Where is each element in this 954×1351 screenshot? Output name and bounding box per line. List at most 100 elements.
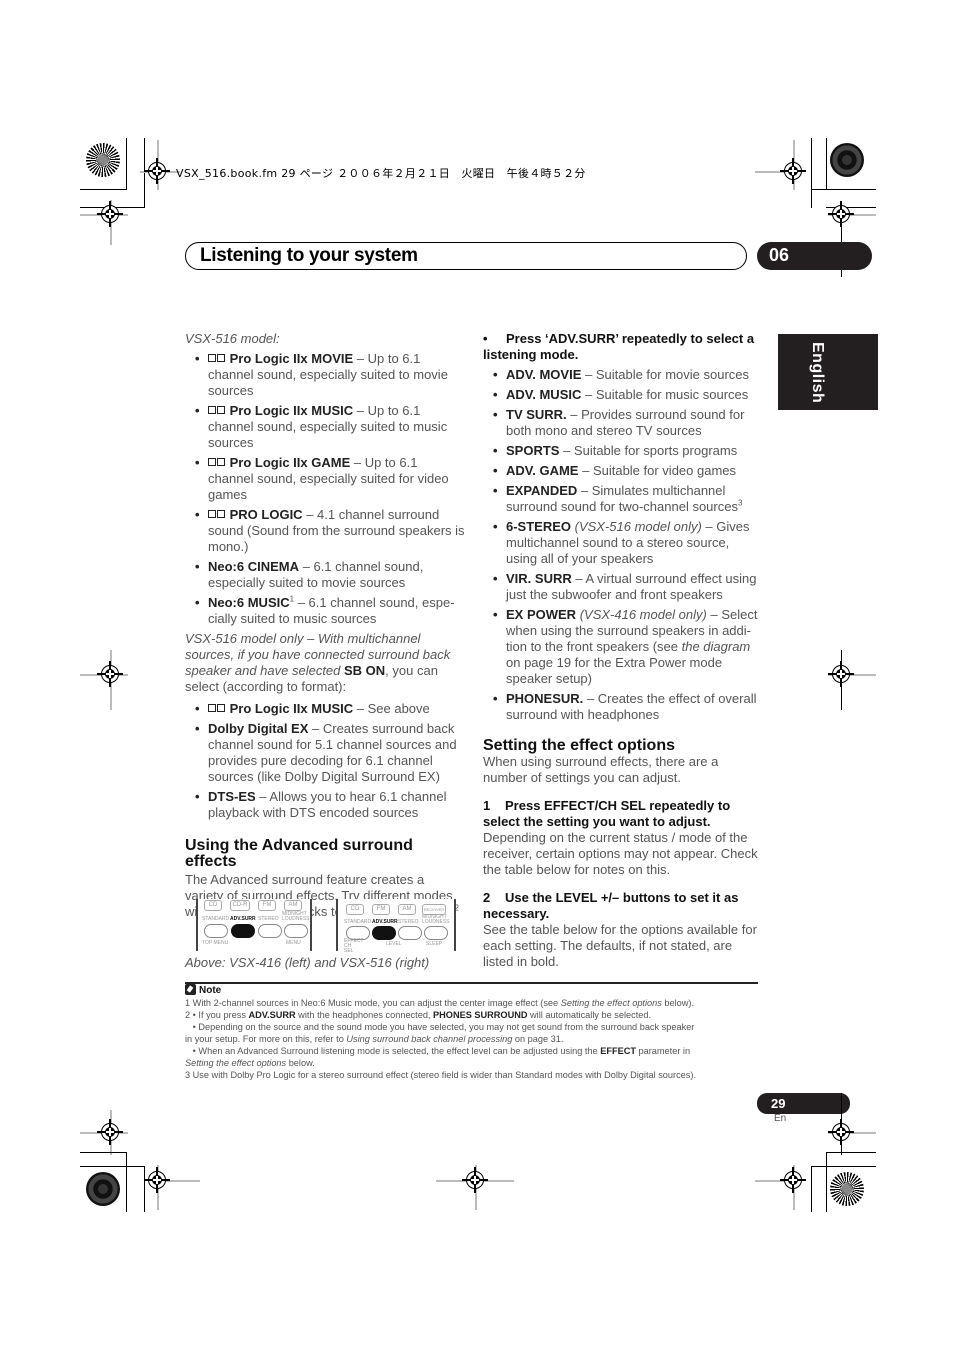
- mode-name: Pro Logic IIx MUSIC: [229, 701, 354, 716]
- remote-label-adv-surr: ADV.SURR: [230, 916, 256, 922]
- crop-line: [811, 1166, 876, 1167]
- remote-button-adv-surr: [231, 924, 255, 938]
- note-2a: 2 • If you press ADV.SURR with the headp…: [185, 1010, 652, 1020]
- mode-name: Dolby Digital EX: [208, 721, 309, 736]
- mode-description-tail: on page 19 for the Extra Power mode spea…: [506, 655, 723, 686]
- registration-mark-icon: [97, 661, 123, 687]
- chapter-badge: 06: [757, 242, 872, 270]
- mode-item: Dolby Digital EX – Creates surround back…: [185, 721, 465, 785]
- remote-button-cdr: CD-R: [230, 900, 250, 911]
- note-2b: • Depending on the source and the sound …: [185, 1022, 695, 1032]
- dolby-logo-icon: [208, 507, 230, 522]
- remote-label-sleep: SLEEP: [426, 941, 443, 947]
- step-body: See the table below for the options avai…: [483, 922, 757, 969]
- remote-label-standard: STANDARD: [344, 919, 372, 925]
- remote-button-am: AM: [398, 904, 416, 915]
- remote-label-top-menu: TOP MENU: [202, 940, 229, 946]
- remote-label-adv-surr: ADV.SURR: [372, 919, 398, 925]
- steps: 1 Press EFFECT/CH SEL repeatedly to selec…: [483, 798, 761, 970]
- dolby-logo-icon: [208, 403, 230, 418]
- mode-item: Neo:6 CINEMA – 6.1 channel sound, especi…: [185, 559, 465, 591]
- page-title: Listening to your system: [200, 245, 418, 266]
- adv-mode-list: ADV. MOVIE – Suitable for movie sourcesA…: [483, 367, 761, 723]
- model-qualifier: (VSX-416 model only): [576, 607, 707, 622]
- mode-name: Pro Logic IIx GAME: [229, 455, 351, 470]
- mode-item: SPORTS – Suitable for sports programs: [483, 443, 761, 459]
- registration-mark-icon: [144, 158, 170, 184]
- model-label: VSX-516 model:: [185, 331, 280, 346]
- registration-mark-icon: [828, 1119, 854, 1145]
- color-target-icon: [830, 143, 864, 177]
- note-3: 3 Use with Dolby Pro Logic for a stereo …: [185, 1070, 696, 1080]
- section-title-bar: Listening to your system: [185, 242, 747, 270]
- footnote-ref: 3: [737, 498, 743, 508]
- mode-description: – See above: [353, 701, 430, 716]
- mode-item: DTS-ES – Allows you to hear 6.1 channel …: [185, 789, 465, 821]
- mode-item: PRO LOGIC – 4.1 channel surround sound (…: [185, 507, 465, 555]
- remote-button-cd: CD: [204, 900, 222, 911]
- chapter-number: 06: [769, 245, 790, 265]
- registration-mark-icon: [828, 661, 854, 687]
- step-number: 2: [483, 890, 491, 905]
- mode-item: Pro Logic IIx MUSIC – See above: [185, 701, 465, 717]
- instruction: • Press ‘ADV.SURR’ repeatedly to select a…: [483, 331, 755, 362]
- crop-line: [126, 1152, 127, 1212]
- mode-name: EXPANDED: [506, 483, 578, 498]
- language-tab: English: [778, 334, 878, 410]
- mode-name: Pro Logic IIx MOVIE: [229, 351, 354, 366]
- mode-name: TV SURR.: [506, 407, 567, 422]
- mode-item: Pro Logic IIx MUSIC – Up to 6.1 channel …: [185, 403, 465, 451]
- pencil-note-icon: [185, 984, 196, 995]
- registration-mark-icon: [144, 1167, 170, 1193]
- remote-button-fm: FM: [258, 900, 276, 911]
- mode-item: Neo:6 MUSIC1 – 6.1 channel sound, espe-c…: [185, 595, 465, 627]
- step-body: Depending on the current status / mode o…: [483, 830, 758, 877]
- step-number: 1: [483, 798, 491, 813]
- remote-button: [424, 926, 448, 940]
- remote-button: [204, 924, 228, 938]
- crop-line: [144, 138, 145, 208]
- color-target-icon: [830, 1172, 864, 1206]
- mode-name: 6-STEREO: [506, 519, 572, 534]
- note-2c: • When an Advanced Surround listening mo…: [185, 1046, 691, 1056]
- crop-line: [826, 1152, 876, 1153]
- crop-line: [811, 1166, 812, 1212]
- mode-description: – Suitable for music sources: [581, 387, 749, 402]
- remote-label-menu: MENU: [286, 940, 301, 946]
- crop-line: [80, 1166, 145, 1167]
- note-2c-cont: Setting the effect options below.: [185, 1058, 315, 1068]
- crop-line: [144, 1166, 145, 1212]
- print-metadata: VSX_516.book.fm 29 ページ ２００６年２月２１日 火曜日 午後…: [176, 167, 586, 180]
- mode-item: Pro Logic IIx MOVIE – Up to 6.1 channel …: [185, 351, 465, 399]
- remote-label-midnight: MIDNIGHT LOUDNESS: [422, 914, 450, 925]
- cross-reference: the diagram: [681, 639, 751, 654]
- remote-label-stereo: STEREO: [398, 919, 419, 925]
- note-1: 1 With 2-channel sources in Neo:6 Music …: [185, 998, 695, 1008]
- registration-mark-icon: [780, 1167, 806, 1193]
- remote-button: [398, 926, 422, 940]
- language-tab-label: English: [809, 342, 826, 404]
- mode-item: PHONESUR. – Creates the effect of overal…: [483, 691, 761, 723]
- mode-item: TV SURR. – Provides surround sound for b…: [483, 407, 761, 439]
- mode-item: ADV. MUSIC – Suitable for music sources: [483, 387, 761, 403]
- crop-line: [80, 189, 127, 190]
- registration-mark-icon: [462, 1167, 488, 1193]
- right-column: • Press ‘ADV.SURR’ repeatedly to select a…: [483, 331, 761, 970]
- page-number: 29: [771, 1096, 786, 1111]
- crop-line: [826, 1152, 827, 1212]
- remote-button-cd: CD: [346, 904, 364, 915]
- remote-illustration-vsx416: CD CD-R FM AM STANDARD ADV.SURR STEREO M…: [196, 899, 312, 951]
- mode-name: VIR. SURR: [506, 571, 572, 586]
- mode-item: ADV. MOVIE – Suitable for movie sources: [483, 367, 761, 383]
- dolby-logo-icon: [208, 455, 230, 470]
- mode-name: ADV. MOVIE: [506, 367, 582, 382]
- sb-mode-list: Pro Logic IIx MUSIC – See above Dolby Dig…: [185, 701, 465, 821]
- remote-illustration-vsx516: CD FM AM RECEIVER STANDARD ADV.SURR STER…: [336, 899, 456, 954]
- crop-line: [841, 1093, 842, 1123]
- remote-button-am: AM: [284, 900, 302, 911]
- model-qualifier: (VSX-516 model only): [571, 519, 702, 534]
- mode-item: Pro Logic IIx GAME – Up to 6.1 channel s…: [185, 455, 465, 503]
- mode-name: ADV. GAME: [506, 463, 579, 478]
- mode-name: DTS-ES: [208, 789, 256, 804]
- mode-name: PHONESUR.: [506, 691, 584, 706]
